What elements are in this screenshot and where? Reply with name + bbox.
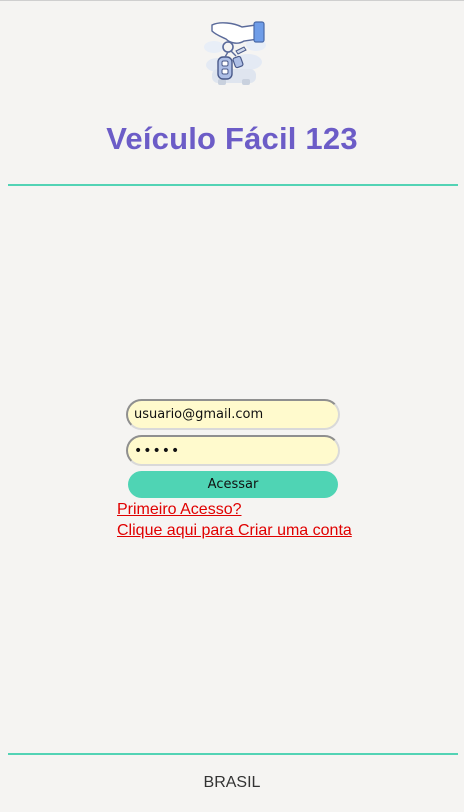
- hand-holding-car-keys-icon: [204, 21, 266, 85]
- password-field[interactable]: [126, 435, 340, 466]
- header-divider: [8, 184, 458, 186]
- first-access-link[interactable]: Primeiro Acesso?: [117, 501, 242, 519]
- footer-divider: [8, 753, 458, 755]
- acessar-button[interactable]: Acessar: [128, 471, 338, 498]
- login-page: Veículo Fácil 123 Acessar Primeiro Acess…: [0, 0, 464, 812]
- create-account-link[interactable]: Clique aqui para Criar uma conta: [117, 522, 352, 540]
- email-field[interactable]: [126, 399, 340, 430]
- footer-country: BRASIL: [203, 774, 261, 791]
- app-title: Veículo Fácil 123: [106, 121, 358, 156]
